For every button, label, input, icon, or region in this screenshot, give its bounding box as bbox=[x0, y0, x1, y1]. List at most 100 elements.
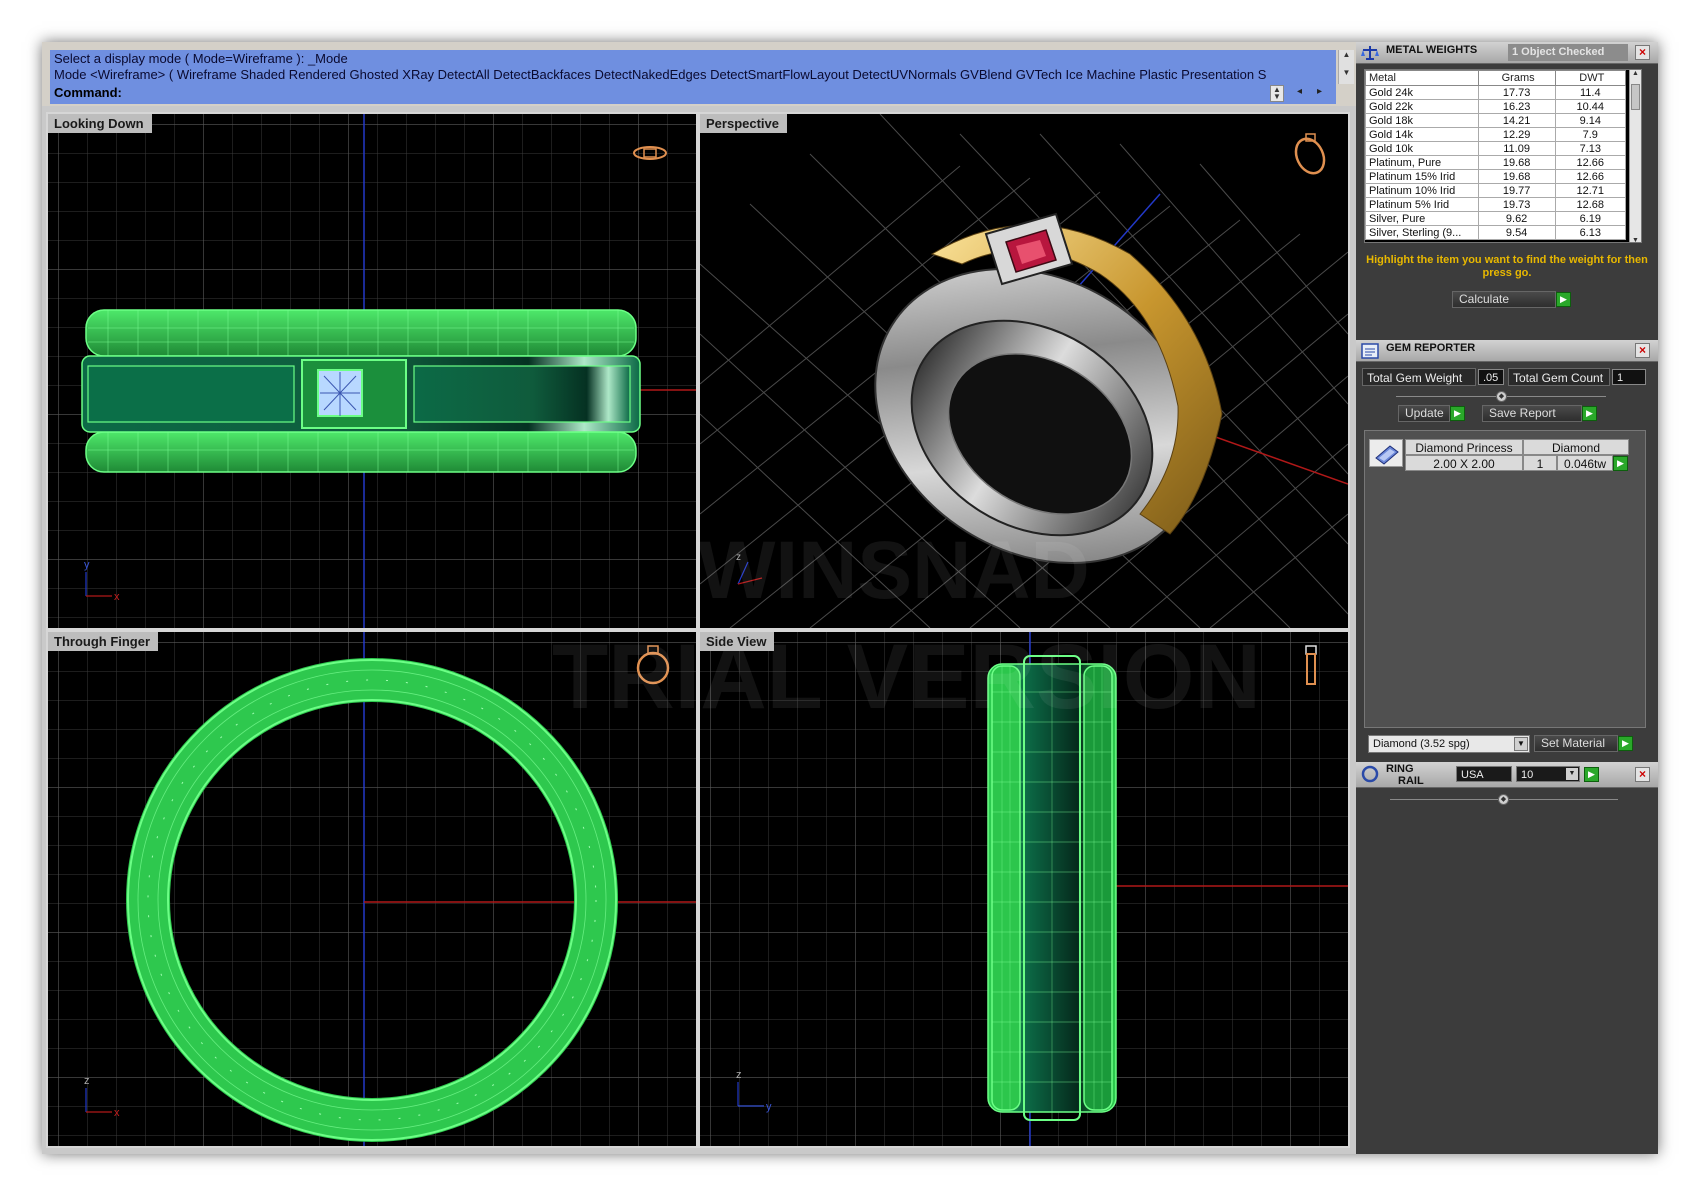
table-row[interactable]: Gold 24k 17.73 11.4 bbox=[1365, 85, 1636, 100]
viewport-grid: y x bbox=[48, 114, 696, 628]
axis-z-label: z bbox=[736, 1069, 742, 1081]
table-scrollbar[interactable]: ▲ ▼ bbox=[1629, 70, 1641, 242]
dwt-cell: 10.44 bbox=[1554, 99, 1626, 114]
total-gem-count-label: Total Gem Count bbox=[1508, 368, 1610, 386]
column-header[interactable]: Metal bbox=[1365, 70, 1479, 86]
command-area: Select a display mode ( Mode=Wireframe )… bbox=[42, 42, 1356, 106]
table-row[interactable]: Gold 22k 16.23 10.44 bbox=[1365, 99, 1636, 114]
total-gem-weight-label: Total Gem Weight bbox=[1362, 368, 1476, 386]
gem-shape: Diamond Princess bbox=[1405, 439, 1523, 455]
grams-cell: 16.23 bbox=[1477, 99, 1556, 114]
ring-perspective-view-icon[interactable] bbox=[1291, 133, 1330, 178]
axis-y-label: y bbox=[766, 1101, 772, 1113]
panel-title: RING RAIL bbox=[1386, 763, 1424, 787]
table-row[interactable]: Platinum 15% Irid 19.68 12.66 bbox=[1365, 169, 1636, 184]
gem-reporter-titlebar[interactable]: GEM REPORTER × bbox=[1356, 340, 1658, 362]
panel-title: METAL WEIGHTS bbox=[1386, 44, 1478, 56]
axis-x-label: x bbox=[114, 1107, 120, 1119]
update-button[interactable]: Update bbox=[1398, 405, 1450, 422]
ring-wireframe-side bbox=[987, 655, 1117, 1121]
plugin-panel: METAL WEIGHTS 1 Object Checked × Metal G… bbox=[1356, 42, 1658, 1154]
metal-name-cell: Gold 22k bbox=[1365, 99, 1479, 114]
viewport-through-finger[interactable]: z x Through Finger bbox=[46, 630, 698, 1148]
grams-cell: 9.62 bbox=[1477, 211, 1556, 226]
command-history-line: Select a display mode ( Mode=Wireframe )… bbox=[54, 51, 348, 66]
panel-title: GEM REPORTER bbox=[1386, 342, 1476, 354]
metal-weights-table[interactable]: Metal Grams DWT Gold 24k 17.73 11.4 Gold 22… bbox=[1364, 69, 1642, 243]
viewport-label[interactable]: Side View bbox=[700, 632, 775, 651]
status-badge: 1 Object Checked bbox=[1508, 44, 1628, 61]
save-report-button[interactable]: Save Report bbox=[1482, 405, 1582, 422]
metal-name-cell: Gold 24k bbox=[1365, 85, 1479, 100]
total-gem-count-field[interactable]: 1 bbox=[1612, 369, 1646, 385]
chevron-down-icon[interactable]: ▼ bbox=[1514, 737, 1528, 751]
update-go-button[interactable]: ▶ bbox=[1450, 406, 1465, 421]
grams-cell: 9.54 bbox=[1477, 225, 1556, 240]
close-icon[interactable]: × bbox=[1635, 767, 1650, 782]
table-row[interactable]: Gold 18k 14.21 9.14 bbox=[1365, 113, 1636, 128]
command-prompt: Command: bbox=[54, 85, 122, 100]
metal-name-cell: Silver, Pure bbox=[1365, 211, 1479, 226]
ring-render bbox=[874, 212, 1223, 565]
ring-rail-go-button[interactable]: ▶ bbox=[1584, 767, 1599, 782]
ring-size-country[interactable]: USA bbox=[1456, 766, 1512, 782]
viewport-perspective[interactable]: z Perspective bbox=[698, 112, 1350, 630]
table-row[interactable]: Platinum 10% Irid 19.77 12.71 bbox=[1365, 183, 1636, 198]
viewport-label[interactable]: Perspective bbox=[700, 114, 787, 133]
calculate-go-button[interactable]: ▶ bbox=[1556, 292, 1571, 307]
calculate-select[interactable]: Calculate bbox=[1452, 291, 1556, 308]
diamond-gem-icon bbox=[1369, 439, 1403, 467]
dwt-cell: 7.9 bbox=[1554, 127, 1626, 142]
table-row[interactable]: Gold 10k 11.09 7.13 bbox=[1365, 141, 1636, 156]
material-select[interactable]: Diamond (3.52 spg) ▼ bbox=[1368, 735, 1530, 753]
viewport-looking-down[interactable]: y x Looking Down bbox=[46, 112, 698, 630]
table-row[interactable]: Platinum 5% Irid 19.73 12.68 bbox=[1365, 197, 1636, 212]
metal-weights-titlebar[interactable]: METAL WEIGHTS 1 Object Checked × bbox=[1356, 42, 1658, 64]
grams-cell: 12.29 bbox=[1477, 127, 1556, 142]
command-right-arrow-icon[interactable]: ▸ bbox=[1317, 86, 1322, 97]
material-select-value: Diamond (3.52 spg) bbox=[1373, 738, 1470, 750]
viewport-label[interactable]: Through Finger bbox=[48, 632, 159, 651]
table-row[interactable]: Silver, Pure 9.62 6.19 bbox=[1365, 211, 1636, 226]
command-history-scrollbar[interactable]: ▲ ▼ bbox=[1338, 50, 1354, 84]
ring-size-select[interactable]: 10 ▼ bbox=[1516, 766, 1580, 782]
save-report-go-button[interactable]: ▶ bbox=[1582, 406, 1597, 421]
close-icon[interactable]: × bbox=[1635, 343, 1650, 358]
table-row[interactable]: Gold 14k 12.29 7.9 bbox=[1365, 127, 1636, 142]
viewport-side-view[interactable]: z y Side View bbox=[698, 630, 1350, 1148]
gem-go-button[interactable]: ▶ bbox=[1613, 456, 1628, 471]
viewport-label[interactable]: Looking Down bbox=[48, 114, 152, 133]
ring-rail-slider-knob[interactable]: ◆ bbox=[1498, 794, 1509, 805]
metal-name-cell: Gold 10k bbox=[1365, 141, 1479, 156]
grams-cell: 19.73 bbox=[1477, 197, 1556, 212]
gem-list[interactable]: Diamond Princess Diamond 2.00 X 2.00 1 0… bbox=[1364, 430, 1646, 728]
column-header[interactable]: DWT bbox=[1554, 70, 1626, 86]
grams-cell: 17.73 bbox=[1477, 85, 1556, 100]
command-line[interactable]: Command: ▲ ▼ ◂ ▸ bbox=[50, 84, 1336, 104]
grams-cell: 14.21 bbox=[1477, 113, 1556, 128]
grams-cell: 19.68 bbox=[1477, 155, 1556, 170]
ring-rail-icon bbox=[1361, 765, 1379, 783]
set-material-go-button[interactable]: ▶ bbox=[1618, 736, 1633, 751]
gem-weight: 0.046tw bbox=[1557, 455, 1613, 471]
table-row[interactable]: Platinum, Pure 19.68 12.66 bbox=[1365, 155, 1636, 170]
ring-rail-titlebar[interactable]: RING RAIL USA 10 ▼ ▶ × bbox=[1356, 762, 1658, 788]
viewport-grid: z bbox=[700, 114, 1348, 628]
table-row[interactable]: Silver, Sterling (9... 9.54 6.13 bbox=[1365, 225, 1636, 240]
app-window: Select a display mode ( Mode=Wireframe )… bbox=[42, 42, 1658, 1154]
axis-z-label: z bbox=[736, 552, 741, 563]
dwt-cell: 12.71 bbox=[1554, 183, 1626, 198]
gem-slider-knob[interactable]: ◆ bbox=[1496, 391, 1507, 402]
metal-name-cell: Silver, Sterling (9... bbox=[1365, 225, 1479, 240]
chevron-down-icon[interactable]: ▼ bbox=[1566, 768, 1578, 780]
total-gem-weight-field[interactable]: .05 bbox=[1478, 369, 1504, 385]
close-icon[interactable]: × bbox=[1635, 45, 1650, 60]
set-material-button[interactable]: Set Material bbox=[1534, 735, 1618, 752]
dwt-cell: 6.13 bbox=[1554, 225, 1626, 240]
dwt-cell: 11.4 bbox=[1554, 85, 1626, 100]
command-left-arrow-icon[interactable]: ◂ bbox=[1297, 86, 1302, 97]
gem-material: Diamond bbox=[1523, 439, 1629, 455]
command-stepper[interactable]: ▲ ▼ bbox=[1270, 85, 1284, 102]
gem-size: 2.00 X 2.00 bbox=[1405, 455, 1523, 471]
column-header[interactable]: Grams bbox=[1477, 70, 1556, 86]
